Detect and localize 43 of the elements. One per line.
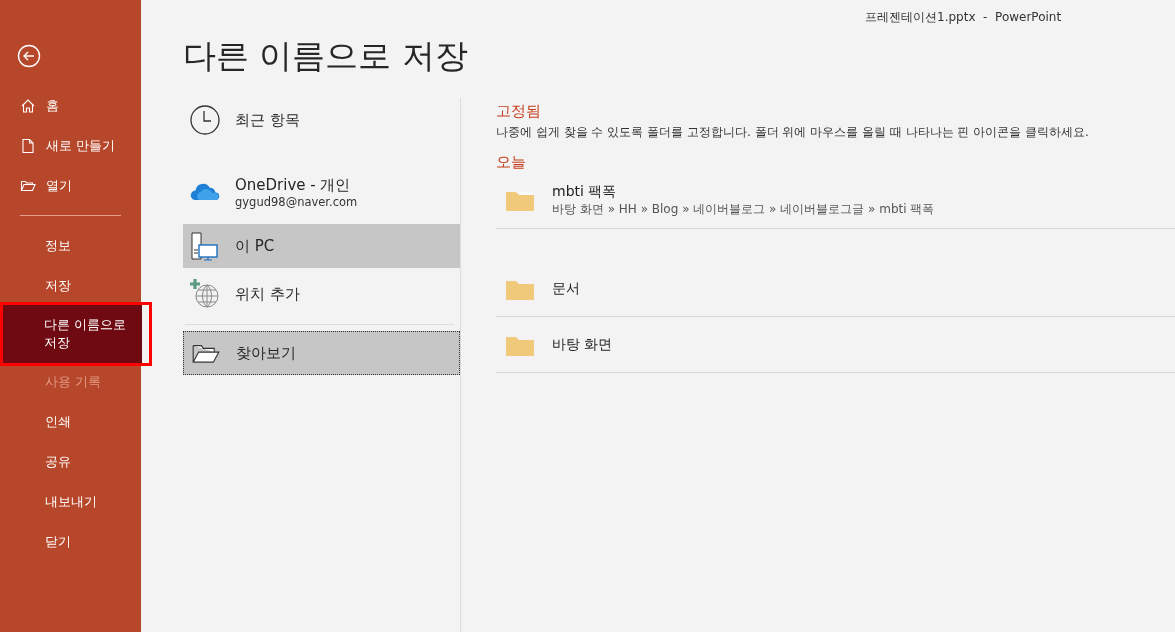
folder-icon — [190, 342, 222, 364]
folder-path: 바탕 화면 » HH » Blog » 네이버블로그 » 네이버블로그글 » mbti 팩폭 — [552, 200, 935, 218]
folder-name: mbti 팩폭 — [552, 182, 618, 201]
location-item[interactable]: 위치 추가 — [183, 272, 460, 316]
sidebar-item[interactable]: 공유 — [0, 442, 141, 482]
sidebar-item[interactable]: 닫기 — [0, 522, 141, 562]
location-item[interactable]: 찾아보기 — [183, 331, 460, 375]
pinned-description: 나중에 쉽게 찾을 수 있도록 폴더를 고정합니다. 폴더 위에 마우스를 올릴 때 나타나는 핀 아이콘을 클릭하세요. — [496, 124, 1090, 141]
location-name: 최근 항목 — [235, 110, 300, 130]
account-email: gygud98@naver.com — [235, 194, 358, 209]
folder-row[interactable]: 문서 — [496, 261, 1175, 317]
sidebar-item[interactable]: 인쇄 — [0, 402, 141, 442]
folder-name: 바탕 화면 — [552, 335, 613, 354]
sidebar-item[interactable]: 정보 — [0, 226, 141, 266]
sidebar-item[interactable]: 다른 이름으로 저장 — [3, 305, 142, 363]
sidebar-item[interactable]: 내보내기 — [0, 482, 141, 522]
sidebar-item[interactable]: 새로 만들기 — [0, 126, 141, 166]
folder-row[interactable]: 바탕 화면 — [496, 317, 1175, 373]
section-heading: 오늘 — [496, 153, 527, 172]
window-title: 프레젠테이션1.pptx - PowerPoint — [865, 9, 1062, 26]
home-icon — [20, 98, 36, 114]
section-heading: 고정됨 — [496, 102, 542, 121]
document-icon — [20, 138, 36, 154]
globe-add-icon — [189, 278, 221, 310]
location-name: OneDrive - 개인 — [235, 175, 352, 195]
location-item[interactable]: 최근 항목 — [183, 98, 460, 142]
sidebar-item[interactable]: 열기 — [0, 166, 141, 206]
clock-icon — [189, 104, 221, 136]
computer-icon — [189, 230, 221, 262]
folder-icon — [20, 178, 36, 194]
sidebar-item[interactable]: 저장 — [0, 266, 141, 306]
sidebar-item[interactable]: 홈 — [0, 86, 141, 126]
location-name: 이 PC — [235, 236, 275, 256]
location-item[interactable]: 이 PC — [183, 224, 460, 268]
location-name: 위치 추가 — [235, 284, 300, 304]
folder-icon — [506, 189, 534, 211]
folder-row[interactable]: mbti 팩폭 바탕 화면 » HH » Blog » 네이버블로그 » 네이버블로그글 » mbti 팩폭 — [496, 172, 1175, 229]
location-item[interactable]: OneDrive - 개인 gygud98@naver.com — [183, 164, 460, 220]
folder-name: 문서 — [552, 279, 580, 298]
page-title: 다른 이름으로 저장 — [183, 35, 469, 77]
back-icon[interactable] — [17, 44, 41, 68]
location-name: 찾아보기 — [236, 343, 296, 363]
cloud-icon — [189, 182, 221, 202]
